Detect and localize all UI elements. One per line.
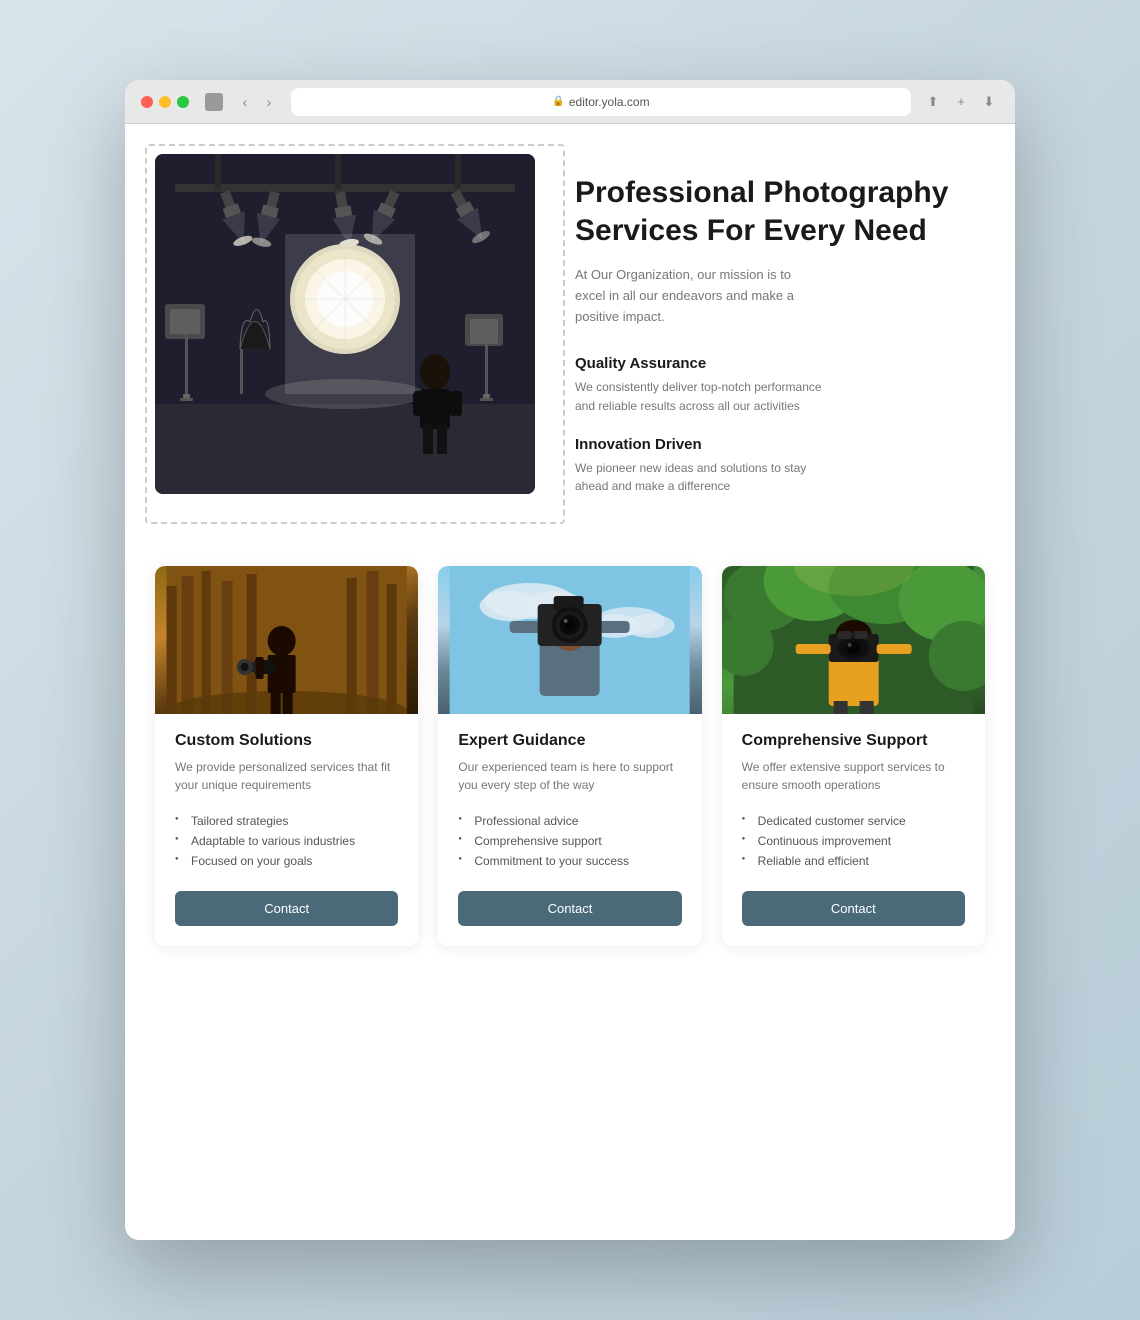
url-text: editor.yola.com [569, 95, 650, 109]
card-image-3 [722, 566, 985, 714]
card-desc-2: Our experienced team is here to support … [458, 758, 681, 795]
card-list-2: Professional advice Comprehensive suppor… [458, 811, 681, 871]
hero-image [155, 154, 535, 494]
hero-section: Professional Photography Services For Ev… [155, 154, 985, 516]
downloads-button[interactable]: ⬇ [979, 92, 999, 112]
contact-button-3[interactable]: Contact [742, 891, 965, 926]
share-button[interactable]: ⬆ [923, 92, 943, 112]
back-button[interactable]: ‹ [235, 92, 255, 112]
feature-quality-title: Quality Assurance [575, 355, 985, 372]
list-item: Tailored strategies [175, 811, 398, 831]
browser-chrome: ‹ › 🔒 editor.yola.com ⬆ + ⬇ [125, 80, 1015, 124]
cards-section: Custom Solutions We provide personalized… [155, 566, 985, 946]
browser-window: ‹ › 🔒 editor.yola.com ⬆ + ⬇ [125, 80, 1015, 1240]
list-item: Reliable and efficient [742, 851, 965, 871]
card-desc-1: We provide personalized services that fi… [175, 758, 398, 795]
contact-button-2[interactable]: Contact [458, 891, 681, 926]
hero-image-wrapper [155, 154, 535, 494]
traffic-light-red[interactable] [141, 96, 153, 108]
list-item: Comprehensive support [458, 831, 681, 851]
feature-innovation-desc: We pioneer new ideas and solutions to st… [575, 459, 825, 496]
list-item: Commitment to your success [458, 851, 681, 871]
contact-button-1[interactable]: Contact [175, 891, 398, 926]
list-item: Dedicated customer service [742, 811, 965, 831]
card-list-1: Tailored strategies Adaptable to various… [175, 811, 398, 871]
feature-innovation: Innovation Driven We pioneer new ideas a… [575, 436, 985, 496]
feature-quality: Quality Assurance We consistently delive… [575, 355, 985, 415]
card-image-2 [438, 566, 701, 714]
forward-button[interactable]: › [259, 92, 279, 112]
traffic-light-green[interactable] [177, 96, 189, 108]
list-item: Adaptable to various industries [175, 831, 398, 851]
card-expert-guidance: Expert Guidance Our experienced team is … [438, 566, 701, 946]
card-body-3: Comprehensive Support We offer extensive… [722, 714, 985, 946]
card-body-1: Custom Solutions We provide personalized… [155, 714, 418, 946]
list-item: Focused on your goals [175, 851, 398, 871]
nav-arrows: ‹ › [235, 92, 279, 112]
feature-innovation-title: Innovation Driven [575, 436, 985, 453]
card-comprehensive-support: Comprehensive Support We offer extensive… [722, 566, 985, 946]
card-title-3: Comprehensive Support [742, 732, 965, 750]
address-bar[interactable]: 🔒 editor.yola.com [291, 88, 911, 116]
traffic-light-yellow[interactable] [159, 96, 171, 108]
browser-actions: ⬆ + ⬇ [923, 92, 999, 112]
card-title-1: Custom Solutions [175, 732, 398, 750]
card-custom-solutions: Custom Solutions We provide personalized… [155, 566, 418, 946]
list-item: Professional advice [458, 811, 681, 831]
card-body-2: Expert Guidance Our experienced team is … [438, 714, 701, 946]
feature-quality-desc: We consistently deliver top-notch perfor… [575, 378, 825, 415]
traffic-lights [141, 96, 189, 108]
hero-text: Professional Photography Services For Ev… [575, 154, 985, 516]
lock-icon: 🔒 [552, 96, 564, 107]
card-title-2: Expert Guidance [458, 732, 681, 750]
list-item: Continuous improvement [742, 831, 965, 851]
card-list-3: Dedicated customer service Continuous im… [742, 811, 965, 871]
sidebar-icon[interactable] [205, 93, 223, 111]
page-content: Professional Photography Services For Ev… [125, 124, 1015, 1240]
add-tab-button[interactable]: + [951, 92, 971, 112]
card-image-1 [155, 566, 418, 714]
card-desc-3: We offer extensive support services to e… [742, 758, 965, 795]
hero-subtitle: At Our Organization, our mission is to e… [575, 265, 815, 327]
hero-title: Professional Photography Services For Ev… [575, 174, 985, 249]
